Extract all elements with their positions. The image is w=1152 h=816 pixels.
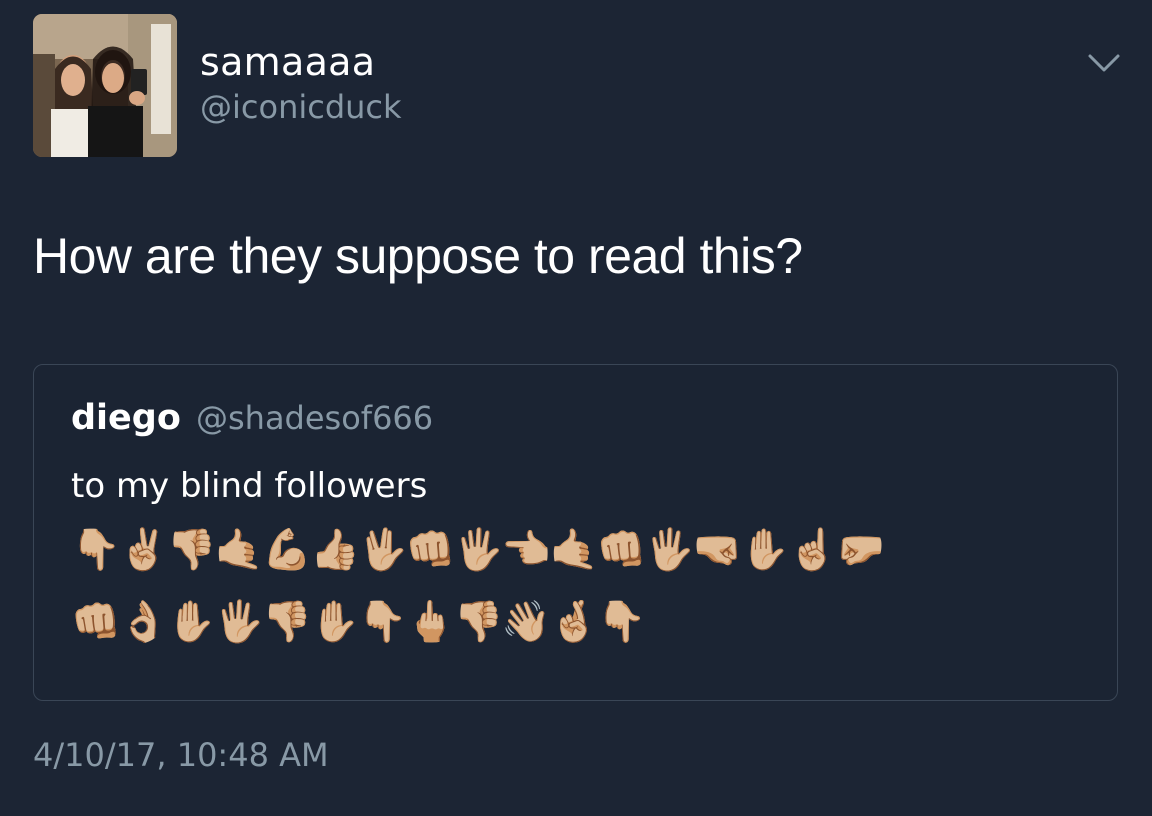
avatar-image (33, 14, 177, 157)
tweet-timestamp[interactable]: 4/10/17, 10:48 AM (33, 733, 329, 777)
chevron-down-icon[interactable] (1086, 48, 1122, 76)
tweet-card: samaaaa @iconicduck How are they suppose… (0, 0, 1152, 816)
quoted-tweet-header: diego @shadesof666 (71, 395, 433, 447)
quoted-author-name: diego (71, 398, 181, 438)
author-handle[interactable]: @iconicduck (200, 85, 402, 129)
avatar[interactable] (33, 14, 177, 157)
author-display-name[interactable]: samaaaa (200, 38, 375, 86)
tweet-text: How are they suppose to read this? (33, 228, 803, 284)
quoted-tweet[interactable]: diego @shadesof666 to my blind followers… (33, 364, 1118, 701)
quoted-author-handle: @shadesof666 (195, 399, 434, 437)
quoted-emoji-line-2: 👊🏼👌🏼✋🏼🖐🏼👎🏼✋🏼👇🏼🖕🏼👎🏼👋🏼🤞🏼👇🏼 (71, 599, 647, 645)
quoted-emoji-line-1: 👇🏼✌🏼👎🏼🤙🏼💪🏼👍🏼🖖🏼👊🏼🖐🏼👈🏼🤙🏼👊🏼🖐🏼🤜🏼✋🏼☝🏼🤛🏼 (71, 527, 886, 573)
quoted-tweet-text: to my blind followers (71, 466, 428, 506)
